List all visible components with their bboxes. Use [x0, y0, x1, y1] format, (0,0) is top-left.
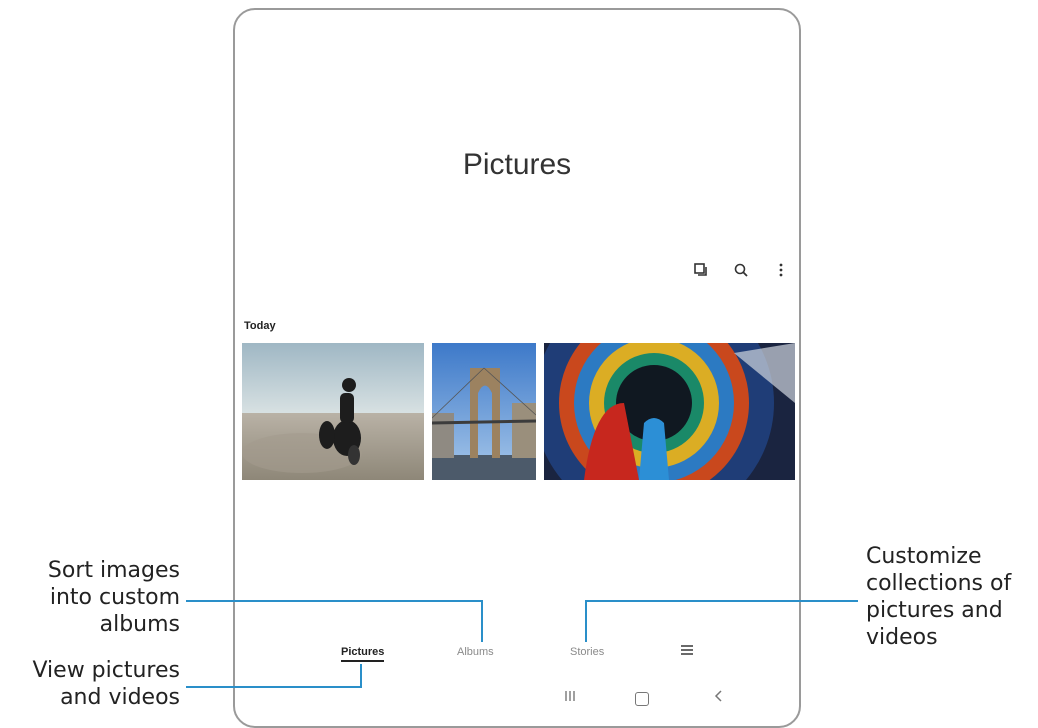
callout-albums-line-1: Sort images — [47, 558, 180, 583]
callout-view: View pictures and videos — [32, 657, 180, 711]
callout-albums-line-2: into custom — [49, 585, 180, 610]
menu-icon[interactable] — [680, 643, 694, 657]
callout-stories-line-2: collections of — [866, 571, 1012, 596]
recents-icon[interactable] — [563, 690, 577, 705]
system-nav-bar — [235, 690, 799, 708]
callout-stories-line-1: Customize — [866, 544, 982, 569]
home-icon[interactable] — [635, 692, 649, 706]
page-title: Pictures — [462, 148, 572, 181]
more-icon[interactable] — [771, 260, 791, 280]
bottom-tab-bar: Pictures Albums Stories — [235, 643, 799, 666]
select-icon[interactable] — [691, 260, 711, 280]
tab-pictures[interactable]: Pictures — [341, 646, 385, 662]
tab-albums[interactable]: Albums — [457, 646, 494, 658]
callout-albums-line-3: albums — [99, 612, 180, 637]
callout-stories-line-4: videos — [866, 625, 938, 650]
back-icon[interactable] — [713, 689, 723, 706]
callout-albums: Sort images into custom albums — [48, 557, 180, 638]
callout-view-line-2: and videos — [60, 685, 180, 710]
section-label: Today — [244, 320, 276, 332]
search-icon[interactable] — [731, 260, 751, 280]
photo-thumbnail-bridge[interactable] — [432, 343, 536, 480]
photo-thumbnail-dome[interactable] — [544, 343, 795, 480]
callout-stories: Customize collections of pictures and vi… — [866, 543, 1011, 651]
toolbar — [691, 258, 791, 282]
tab-stories[interactable]: Stories — [570, 646, 604, 658]
tablet-frame: Pictures Today Pictures Albums Stories — [233, 8, 801, 728]
callout-stories-line-3: pictures and — [866, 598, 1003, 623]
callout-view-line-1: View pictures — [32, 658, 180, 683]
photo-thumbnail-motorcycle[interactable] — [242, 343, 424, 480]
